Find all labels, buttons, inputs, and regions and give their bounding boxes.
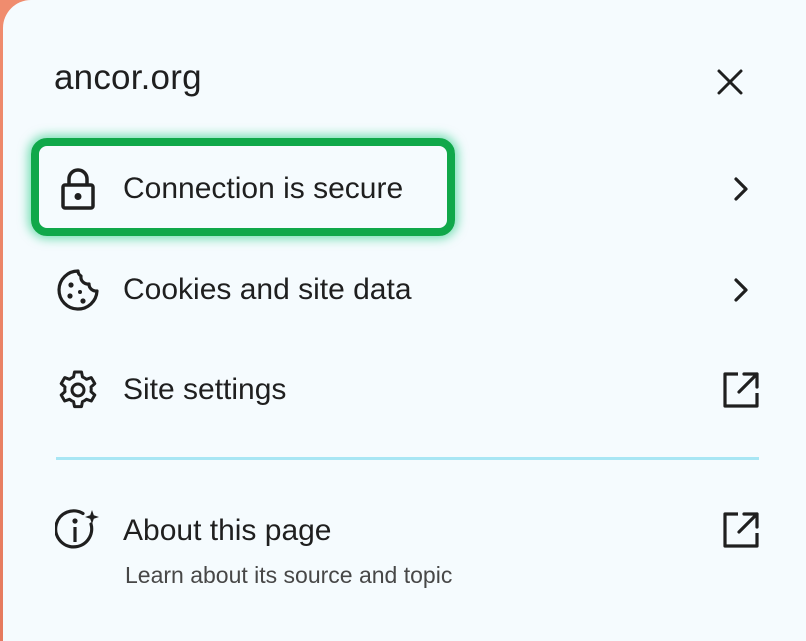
external-link-icon: [721, 510, 761, 550]
connection-security-label: Connection is secure: [123, 172, 404, 205]
site-title: ancor.org: [54, 58, 202, 97]
site-settings-label: Site settings: [123, 373, 287, 406]
about-this-page-description: Learn about its source and topic: [125, 562, 453, 588]
gear-icon: [55, 367, 101, 413]
site-info-popup: ancor.org Connection is secure Cookies a…: [3, 0, 806, 641]
site-settings-item[interactable]: Site settings: [33, 352, 773, 428]
lock-icon: [55, 166, 101, 212]
chevron-right-icon: [721, 169, 761, 209]
info-sparkle-icon: [55, 508, 101, 554]
external-link-icon: [721, 370, 761, 410]
connection-security-item[interactable]: Connection is secure: [33, 151, 773, 227]
chevron-right-icon: [721, 270, 761, 310]
cookies-site-data-label: Cookies and site data: [123, 273, 412, 306]
divider: [56, 457, 759, 460]
close-icon: [717, 69, 743, 95]
cookies-site-data-item[interactable]: Cookies and site data: [33, 252, 773, 328]
about-this-page-label: About this page: [123, 514, 332, 547]
close-button[interactable]: [710, 62, 750, 102]
about-this-page-item[interactable]: About this page Learn about its source a…: [33, 496, 773, 596]
cookie-icon: [55, 267, 101, 313]
